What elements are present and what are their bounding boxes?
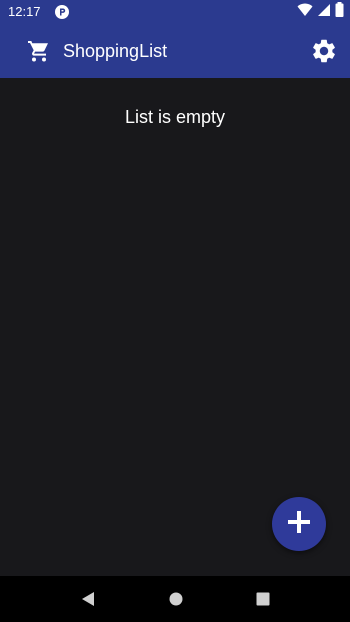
app-title: ShoppingList <box>63 41 168 61</box>
battery-icon <box>335 2 344 22</box>
navigation-bar <box>0 576 350 622</box>
home-icon[interactable] <box>169 592 183 606</box>
plus-icon <box>288 510 310 538</box>
empty-list-message: List is empty <box>124 107 226 127</box>
status-bar: 12:17 <box>0 0 350 24</box>
status-time: 12:17 <box>8 4 41 19</box>
cart-icon <box>27 39 51 63</box>
back-icon[interactable] <box>80 591 96 607</box>
add-item-button[interactable] <box>272 497 326 551</box>
cell-signal-icon <box>317 3 331 22</box>
recents-icon[interactable] <box>256 592 270 606</box>
settings-gear-icon[interactable] <box>310 37 338 65</box>
app-bar: ShoppingList <box>0 24 350 78</box>
wifi-icon <box>297 3 313 22</box>
status-icons <box>297 2 344 22</box>
app-notification-icon <box>55 5 69 19</box>
